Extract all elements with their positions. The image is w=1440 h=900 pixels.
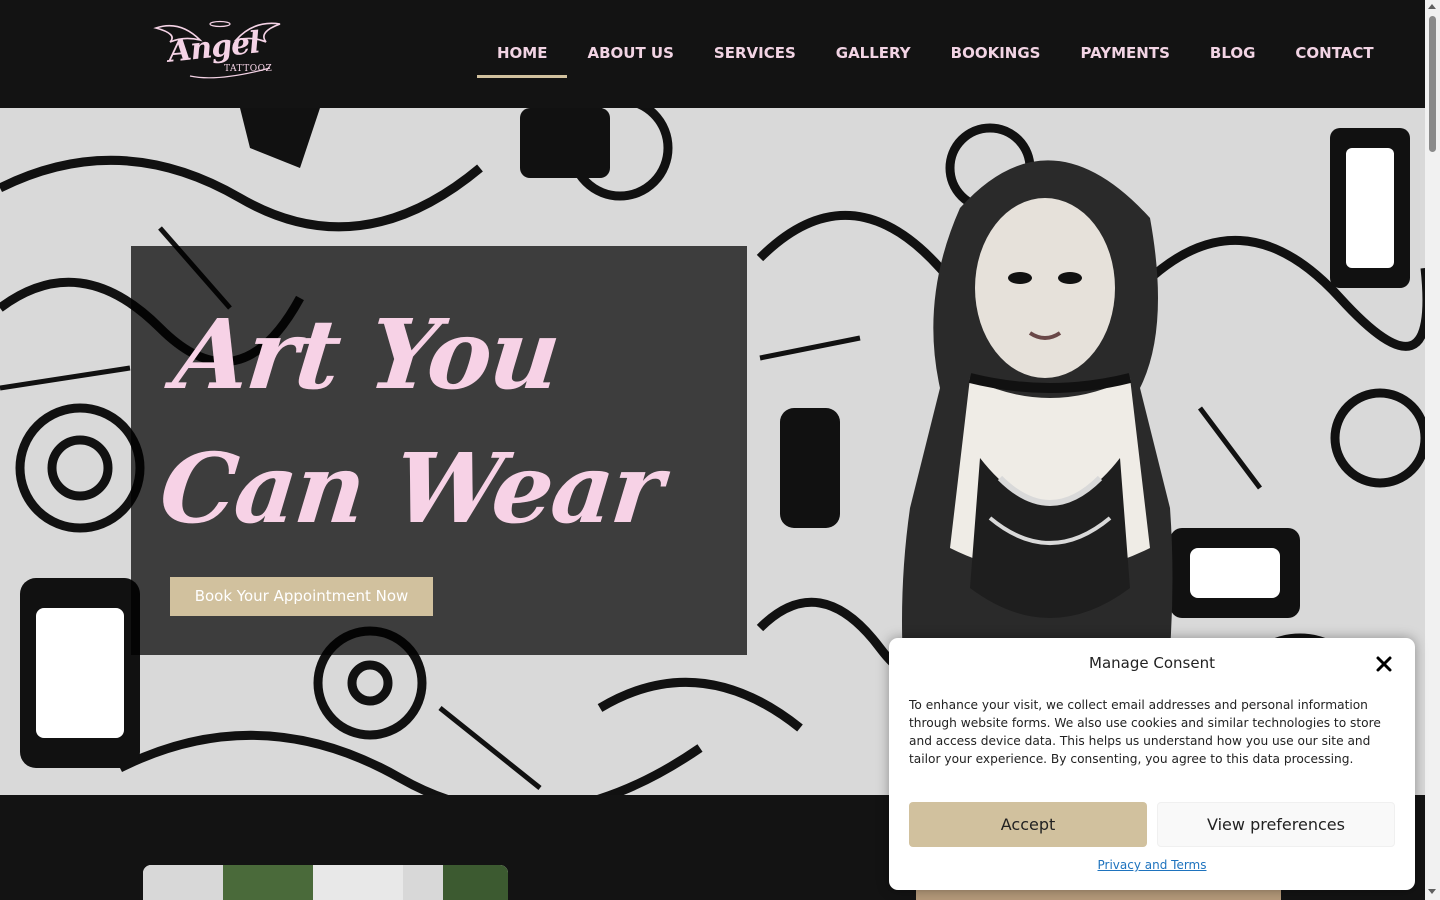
close-icon[interactable] xyxy=(1375,655,1393,673)
privacy-terms-link[interactable]: Privacy and Terms xyxy=(889,858,1415,872)
nav-item-about-us[interactable]: ABOUT US xyxy=(567,34,693,78)
main-nav: HOME ABOUT US SERVICES GALLERY BOOKINGS … xyxy=(477,34,1394,78)
accept-button[interactable]: Accept xyxy=(909,802,1147,847)
nav-item-payments[interactable]: PAYMENTS xyxy=(1060,34,1189,78)
scrollbar-thumb[interactable] xyxy=(1429,16,1436,152)
consent-description: To enhance your visit, we collect email … xyxy=(909,698,1381,766)
section-card-image-left xyxy=(143,865,508,900)
nav-item-services[interactable]: SERVICES xyxy=(694,34,816,78)
scroll-up-icon[interactable] xyxy=(1428,4,1436,9)
nav-item-contact[interactable]: CONTACT xyxy=(1275,34,1393,78)
site-header: Angel TATTOOZ HOME ABOUT US SERVICES GAL… xyxy=(0,0,1425,108)
nav-item-bookings[interactable]: BOOKINGS xyxy=(931,34,1061,78)
view-preferences-button[interactable]: View preferences xyxy=(1157,802,1395,847)
consent-title: Manage Consent xyxy=(1089,654,1215,672)
page-scrollbar[interactable] xyxy=(1425,0,1440,900)
consent-dialog: Manage Consent To enhance your visit, we… xyxy=(889,638,1415,890)
nav-item-home[interactable]: HOME xyxy=(477,34,568,78)
logo-subtitle: TATTOOZ xyxy=(224,64,273,74)
hero-title: Art You Can Wear xyxy=(154,288,742,556)
scroll-down-icon[interactable] xyxy=(1428,889,1436,894)
nav-item-gallery[interactable]: GALLERY xyxy=(816,34,931,78)
card-photo xyxy=(143,865,508,900)
site-logo[interactable]: Angel TATTOOZ xyxy=(150,18,286,86)
nav-item-blog[interactable]: BLOG xyxy=(1190,34,1276,78)
hero-title-line-1: Art You xyxy=(169,298,564,411)
hero-title-line-2: Can Wear xyxy=(155,432,667,545)
book-appointment-button[interactable]: Book Your Appointment Now xyxy=(170,577,433,616)
